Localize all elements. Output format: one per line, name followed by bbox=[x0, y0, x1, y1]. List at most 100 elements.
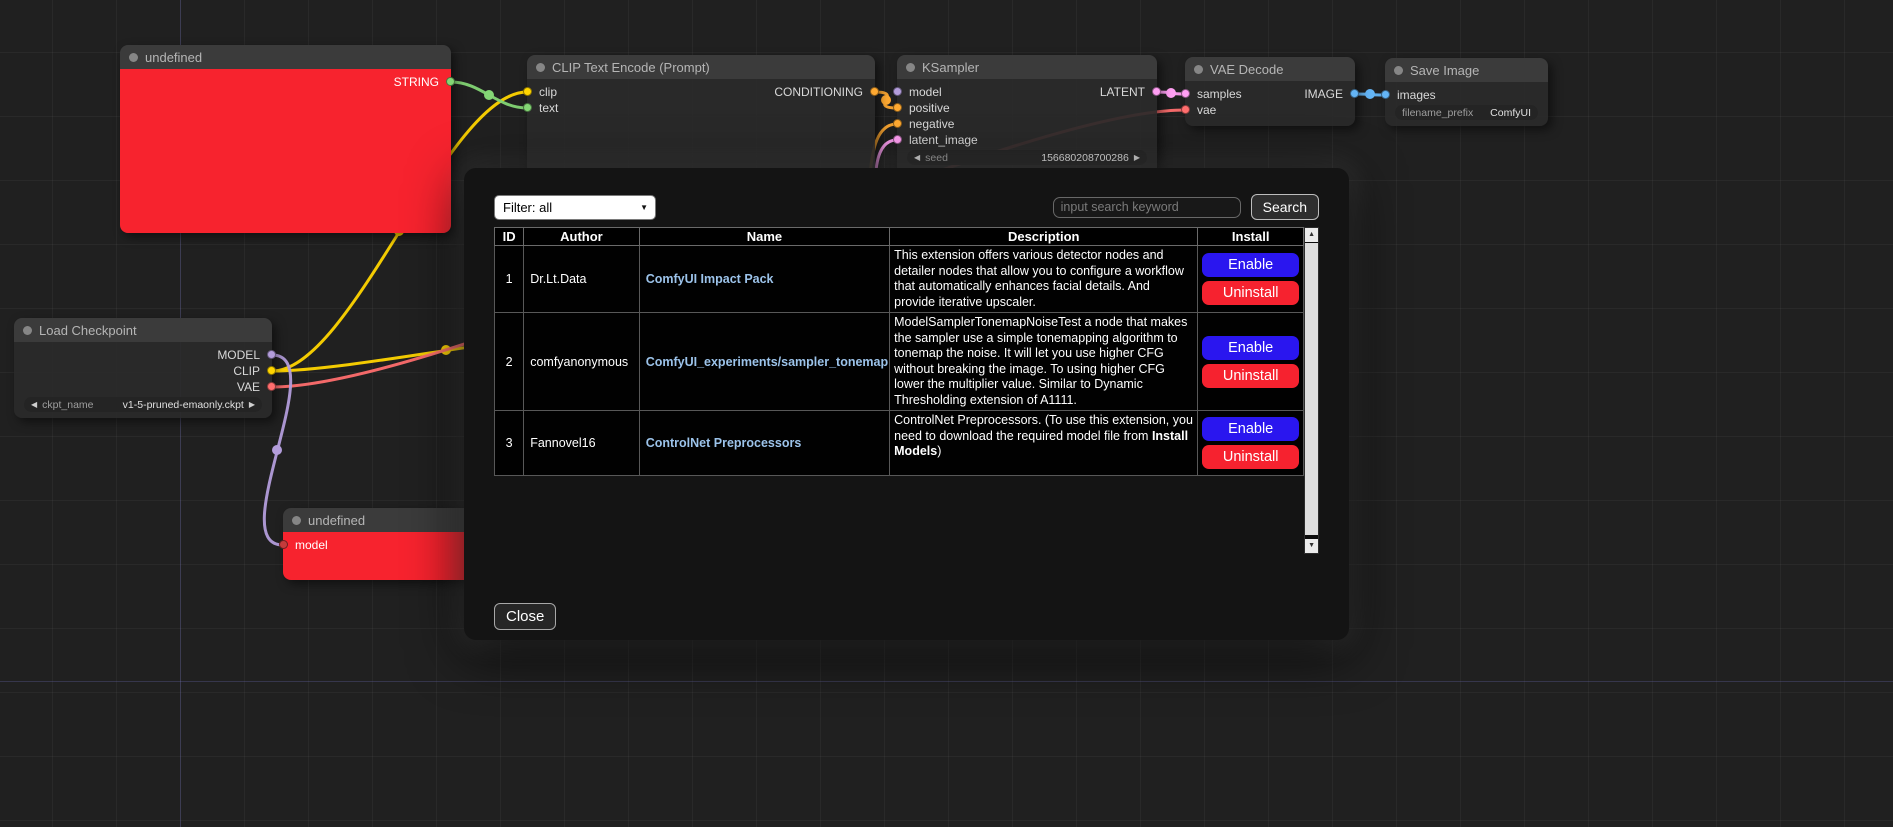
output-slot-string[interactable] bbox=[446, 77, 455, 86]
output-label: CLIP bbox=[233, 364, 260, 378]
node-vae-decode[interactable]: VAE Decode samples IMAGE vae bbox=[1185, 57, 1355, 126]
ckpt-name-widget[interactable]: ◀ ckpt_name v1-5-pruned-emaonly.ckpt ▶ bbox=[24, 397, 262, 412]
node-canvas[interactable]: undefined STRING CLIP Text Encode (Promp… bbox=[0, 0, 1893, 827]
description-text: ModelSamplerTonemapNoiseTest a node that… bbox=[894, 315, 1187, 407]
table-header-row: ID Author Name Description Install bbox=[495, 228, 1304, 246]
output-slot-conditioning[interactable] bbox=[870, 87, 879, 96]
table-row: 3 Fannovel16 ControlNet Preprocessors Co… bbox=[495, 411, 1304, 476]
extension-link[interactable]: ControlNet Preprocessors bbox=[646, 436, 802, 450]
search-button[interactable]: Search bbox=[1251, 194, 1319, 220]
node-titlebar[interactable]: CLIP Text Encode (Prompt) bbox=[527, 55, 875, 79]
cell-id: 1 bbox=[495, 246, 524, 313]
dialog-toolbar: Filter: all ▼ Search bbox=[494, 194, 1319, 220]
output-slot-clip[interactable] bbox=[267, 366, 276, 375]
slot-row: text bbox=[527, 100, 875, 116]
output-slot-image[interactable] bbox=[1350, 89, 1359, 98]
input-slot-text[interactable] bbox=[523, 103, 532, 112]
link-midpoint-dot bbox=[272, 445, 282, 455]
node-titlebar[interactable]: undefined bbox=[120, 45, 451, 69]
output-slot-latent[interactable] bbox=[1152, 87, 1161, 96]
input-slot-positive[interactable] bbox=[893, 103, 902, 112]
collapse-dot[interactable] bbox=[129, 53, 138, 62]
input-label: clip bbox=[539, 85, 557, 99]
table-scrollbar[interactable]: ▲ ▼ bbox=[1304, 227, 1319, 554]
input-label: text bbox=[539, 101, 558, 115]
extension-link[interactable]: ComfyUI Impact Pack bbox=[646, 272, 774, 286]
output-label: IMAGE bbox=[1304, 87, 1343, 101]
node-titlebar[interactable]: Save Image bbox=[1385, 58, 1548, 82]
close-button[interactable]: Close bbox=[494, 603, 556, 630]
input-slot-samples[interactable] bbox=[1181, 89, 1190, 98]
scroll-down-arrow-icon[interactable]: ▼ bbox=[1305, 539, 1318, 553]
input-slot-negative[interactable] bbox=[893, 119, 902, 128]
scroll-up-arrow-icon[interactable]: ▲ bbox=[1305, 228, 1318, 242]
node-titlebar[interactable]: Load Checkpoint bbox=[14, 318, 272, 342]
header-description: Description bbox=[890, 228, 1198, 246]
node-undefined-top[interactable]: undefined STRING bbox=[120, 45, 451, 233]
node-titlebar[interactable]: VAE Decode bbox=[1185, 57, 1355, 81]
header-author: Author bbox=[524, 228, 639, 246]
input-label: latent_image bbox=[909, 133, 978, 147]
input-slot-model[interactable] bbox=[279, 540, 288, 549]
uninstall-button[interactable]: Uninstall bbox=[1202, 445, 1299, 469]
input-slot-model[interactable] bbox=[893, 87, 902, 96]
header-install: Install bbox=[1198, 228, 1304, 246]
filter-select[interactable]: Filter: all bbox=[494, 195, 656, 220]
header-name: Name bbox=[639, 228, 889, 246]
cell-install: Enable Uninstall bbox=[1198, 411, 1304, 476]
collapse-dot[interactable] bbox=[23, 326, 32, 335]
cell-description: ControlNet Preprocessors. (To use this e… bbox=[890, 411, 1198, 476]
prev-option-arrow-icon[interactable]: ◀ bbox=[31, 401, 37, 409]
slot-row: clip CONDITIONING bbox=[527, 84, 875, 100]
description-text: This extension offers various detector n… bbox=[894, 248, 1184, 309]
input-slot-vae[interactable] bbox=[1181, 105, 1190, 114]
custom-nodes-manager-dialog: Filter: all ▼ Search ID Author Name Desc… bbox=[464, 168, 1349, 640]
collapse-dot[interactable] bbox=[1194, 65, 1203, 74]
node-title: Load Checkpoint bbox=[39, 323, 137, 338]
search-input[interactable] bbox=[1053, 197, 1241, 218]
node-title: undefined bbox=[308, 513, 365, 528]
enable-button[interactable]: Enable bbox=[1202, 253, 1299, 277]
slot-row: VAE bbox=[14, 379, 272, 395]
extension-link[interactable]: ComfyUI_experiments/sampler_tonemap bbox=[646, 355, 888, 369]
output-slot-vae[interactable] bbox=[267, 382, 276, 391]
input-slot-images[interactable] bbox=[1381, 90, 1390, 99]
seed-widget[interactable]: ◀ seed 156680208700286 ▶ bbox=[907, 150, 1147, 165]
enable-button[interactable]: Enable bbox=[1202, 336, 1299, 360]
slot-row: MODEL bbox=[14, 347, 272, 363]
output-slot-model[interactable] bbox=[267, 350, 276, 359]
description-tail: ) bbox=[937, 444, 941, 458]
uninstall-button[interactable]: Uninstall bbox=[1202, 281, 1299, 305]
input-label: samples bbox=[1197, 87, 1242, 101]
input-label: model bbox=[295, 538, 328, 552]
increment-arrow-icon[interactable]: ▶ bbox=[1134, 154, 1140, 162]
widget-name: seed bbox=[925, 152, 948, 164]
input-label: negative bbox=[909, 117, 954, 131]
enable-button[interactable]: Enable bbox=[1202, 417, 1299, 441]
decrement-arrow-icon[interactable]: ◀ bbox=[914, 154, 920, 162]
node-titlebar[interactable]: KSampler bbox=[897, 55, 1157, 79]
widget-value: v1-5-pruned-emaonly.ckpt bbox=[123, 399, 244, 411]
input-slot-latent-image[interactable] bbox=[893, 135, 902, 144]
link-midpoint-dot bbox=[881, 95, 891, 105]
collapse-dot[interactable] bbox=[1394, 66, 1403, 75]
slot-row: positive bbox=[897, 100, 1157, 116]
collapse-dot[interactable] bbox=[536, 63, 545, 72]
input-label: images bbox=[1397, 88, 1436, 102]
input-slot-clip[interactable] bbox=[523, 87, 532, 96]
slot-row: latent_image bbox=[897, 132, 1157, 148]
scrollbar-thumb[interactable] bbox=[1305, 243, 1318, 535]
cell-description: ModelSamplerTonemapNoiseTest a node that… bbox=[890, 313, 1198, 411]
cell-name: ComfyUI Impact Pack bbox=[639, 246, 889, 313]
node-load-checkpoint[interactable]: Load Checkpoint MODEL CLIP VAE ◀ ckpt_na… bbox=[14, 318, 272, 418]
widget-name: filename_prefix bbox=[1402, 107, 1473, 119]
node-title: VAE Decode bbox=[1210, 62, 1283, 77]
next-option-arrow-icon[interactable]: ▶ bbox=[249, 401, 255, 409]
uninstall-button[interactable]: Uninstall bbox=[1202, 364, 1299, 388]
collapse-dot[interactable] bbox=[906, 63, 915, 72]
node-save-image[interactable]: Save Image images filename_prefix ComfyU… bbox=[1385, 58, 1548, 126]
filename-prefix-widget[interactable]: filename_prefix ComfyUI bbox=[1395, 105, 1538, 120]
description-text: ControlNet Preprocessors. (To use this e… bbox=[894, 413, 1193, 443]
cell-description: This extension offers various detector n… bbox=[890, 246, 1198, 313]
collapse-dot[interactable] bbox=[292, 516, 301, 525]
